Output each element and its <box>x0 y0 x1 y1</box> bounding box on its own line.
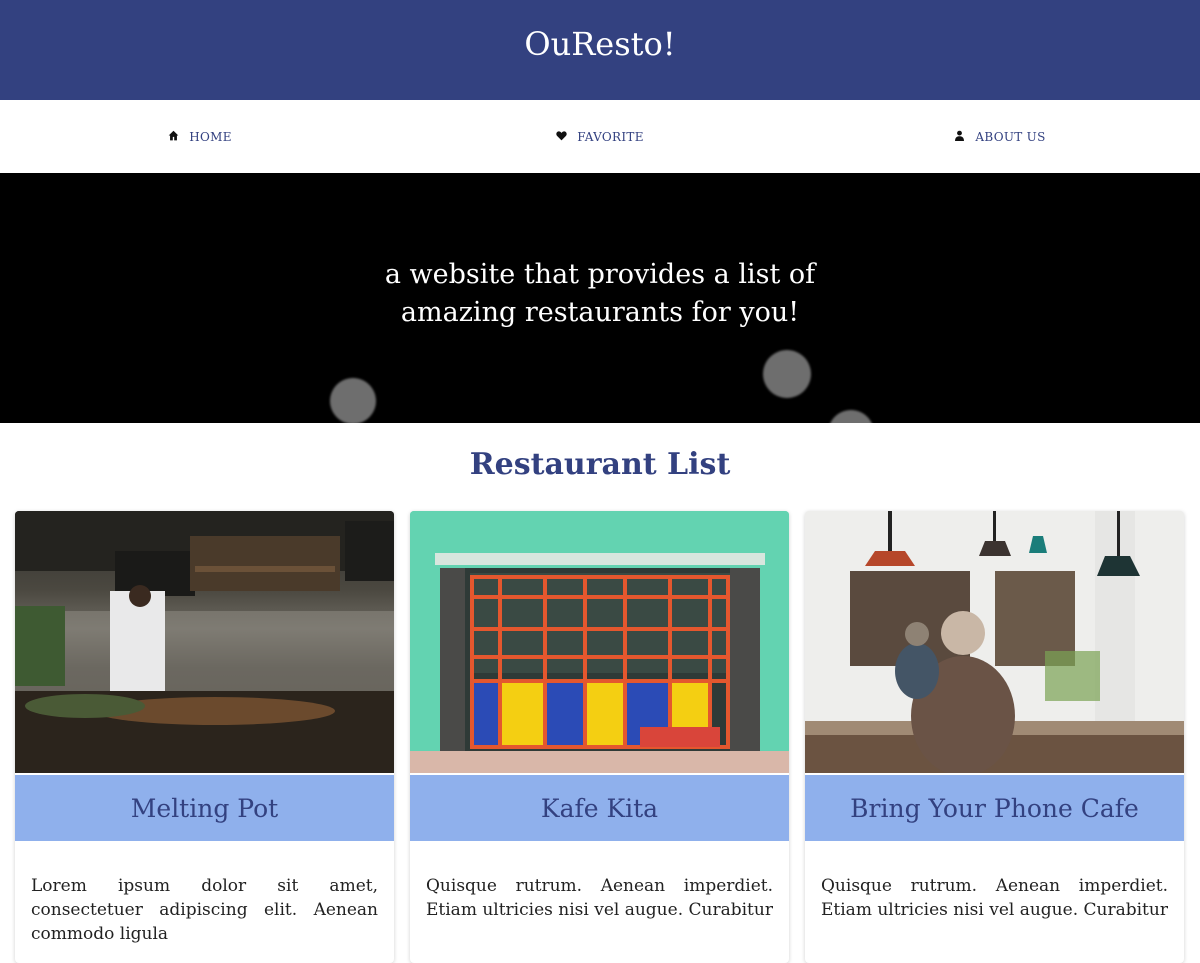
restaurant-description: Quisque rutrum. Aenean imperdiet. Etiam … <box>426 876 773 920</box>
restaurant-name[interactable]: Bring Your Phone Cafe <box>805 775 1184 841</box>
user-icon <box>954 130 965 144</box>
nav-about-label: ABOUT US <box>975 129 1046 144</box>
hero-tagline: a website that provides a list of amazin… <box>384 259 816 328</box>
restaurant-image <box>410 511 789 773</box>
nav-about[interactable]: ABOUT US <box>800 130 1200 144</box>
nav-home[interactable]: HOME <box>0 130 400 144</box>
restaurant-card[interactable]: Bring Your Phone Cafe Quisque rutrum. Ae… <box>805 511 1184 963</box>
restaurant-card[interactable]: Melting Pot Lorem ipsum dolor sit amet, … <box>15 511 394 963</box>
heart-icon <box>556 130 567 144</box>
nav-favorite-label: FAVORITE <box>577 129 644 144</box>
section-title: Restaurant List <box>469 447 731 482</box>
restaurant-description: Lorem ipsum dolor sit amet, consectetuer… <box>31 876 378 944</box>
restaurant-card[interactable]: Kafe Kita Quisque rutrum. Aenean imperdi… <box>410 511 789 963</box>
main-nav: HOME FAVORITE ABOUT US <box>0 100 1200 173</box>
hero-banner: a website that provides a list of amazin… <box>0 173 1200 423</box>
restaurant-image <box>15 511 394 773</box>
bokeh-light <box>763 350 811 398</box>
nav-home-label: HOME <box>189 129 232 144</box>
brand-title: OuResto! <box>524 25 676 63</box>
site-header: OuResto! <box>0 0 1200 100</box>
restaurant-list: Melting Pot Lorem ipsum dolor sit amet, … <box>0 511 1200 963</box>
restaurant-name[interactable]: Kafe Kita <box>410 775 789 841</box>
nav-favorite[interactable]: FAVORITE <box>400 130 800 144</box>
home-icon <box>168 130 179 144</box>
restaurant-name[interactable]: Melting Pot <box>15 775 394 841</box>
bokeh-light <box>828 410 874 423</box>
restaurant-image <box>805 511 1184 773</box>
bokeh-light <box>330 378 376 423</box>
restaurant-description: Quisque rutrum. Aenean imperdiet. Etiam … <box>821 876 1168 920</box>
